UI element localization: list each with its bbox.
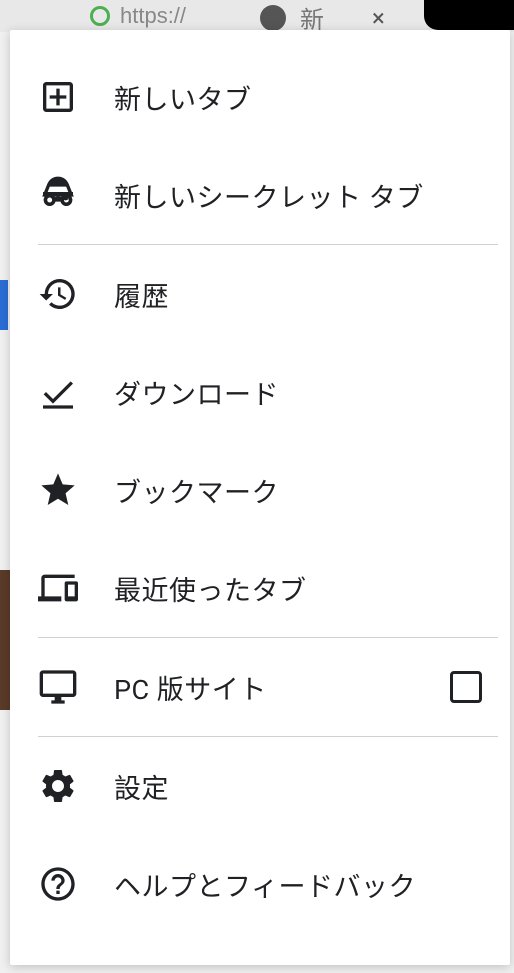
help-icon — [38, 864, 78, 904]
new-tab-icon — [38, 77, 78, 117]
background-image-edge — [0, 570, 10, 710]
settings-icon — [38, 766, 78, 806]
menu-item-recent-tabs[interactable]: 最近使ったタブ — [10, 539, 510, 637]
downloads-icon — [38, 372, 78, 412]
menu-item-new-tab[interactable]: 新しいタブ — [10, 48, 510, 146]
menu-item-desktop-site[interactable]: PC 版サイト — [10, 638, 510, 736]
background-area: https:// 新 × — [0, 0, 514, 32]
menu-item-help-feedback[interactable]: ヘルプとフィードバック — [10, 835, 510, 933]
background-blue-edge — [0, 280, 8, 330]
overflow-menu: 新しいタブ 新しいシークレット タブ 履歴 ダウンロード ブックマーク 最近使っ… — [10, 30, 510, 965]
menu-label: 履歴 — [114, 275, 482, 314]
chrome-icon — [260, 5, 286, 31]
menu-item-downloads[interactable]: ダウンロード — [10, 343, 510, 441]
menu-label: 新しいシークレット タブ — [114, 176, 482, 215]
menu-label: 新しいタブ — [114, 78, 482, 117]
close-tab-icon: × — [372, 4, 385, 32]
desktop-site-checkbox[interactable] — [450, 671, 482, 703]
incognito-icon — [38, 175, 78, 215]
menu-item-history[interactable]: 履歴 — [10, 245, 510, 343]
menu-item-new-incognito[interactable]: 新しいシークレット タブ — [10, 146, 510, 244]
menu-label: ブックマーク — [114, 471, 482, 510]
bookmarks-icon — [38, 470, 78, 510]
recent-tabs-icon — [38, 568, 78, 608]
history-icon — [38, 274, 78, 314]
menu-label: ヘルプとフィードバック — [114, 865, 482, 904]
menu-label: ダウンロード — [114, 373, 482, 412]
desktop-icon — [38, 667, 78, 707]
menu-label: 設定 — [114, 767, 482, 806]
menu-item-settings[interactable]: 設定 — [10, 737, 510, 835]
menu-label: PC 版サイト — [114, 668, 450, 707]
url-fragment: https:// — [120, 3, 186, 29]
black-corner — [424, 0, 514, 30]
menu-label: 最近使ったタブ — [114, 569, 482, 608]
menu-item-bookmarks[interactable]: ブックマーク — [10, 441, 510, 539]
loading-indicator-icon — [90, 6, 110, 26]
